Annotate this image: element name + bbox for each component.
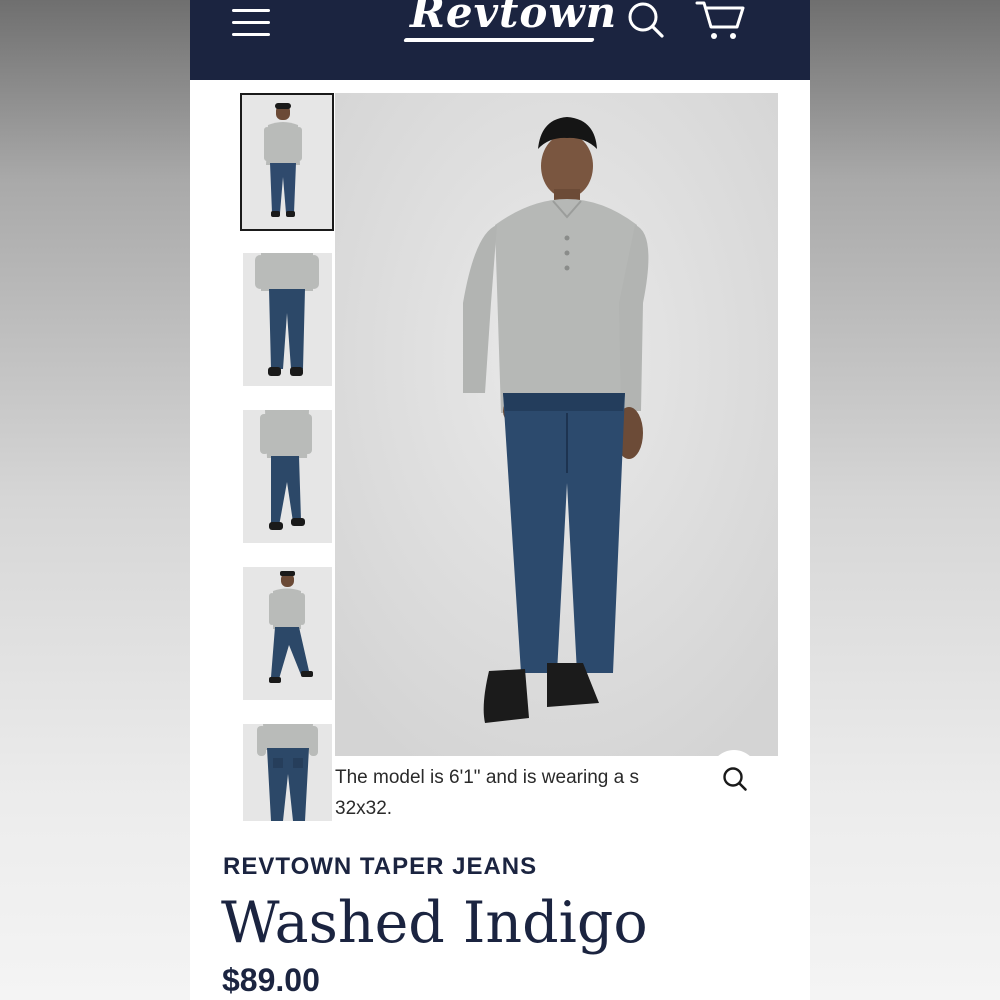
product-brand: REVTOWN TAPER JEANS	[223, 853, 538, 880]
cart-icon[interactable]	[695, 0, 745, 42]
thumbnail-side-step[interactable]	[243, 410, 332, 543]
caption-line-2: 32x32.	[335, 798, 393, 819]
product-page: Revtown The model is 6'1" and is wearing…	[190, 0, 810, 1000]
zoom-button[interactable]	[710, 750, 758, 798]
logo-text: Revtown	[410, 0, 618, 37]
thumbnail-back[interactable]	[243, 724, 332, 821]
hamburger-menu-icon[interactable]	[230, 5, 272, 36]
top-nav-bar: Revtown	[190, 0, 810, 80]
product-name: Washed Indigo	[221, 890, 648, 956]
thumbnail-walking[interactable]	[243, 567, 332, 700]
product-price: $89.00	[222, 962, 320, 998]
revtown-logo[interactable]: Revtown	[402, 0, 616, 48]
thumbnail-front-closeup[interactable]	[243, 253, 332, 386]
logo-underline	[403, 38, 595, 42]
zoom-icon	[723, 767, 747, 791]
thumbnail-front[interactable]	[240, 93, 334, 231]
search-icon[interactable]	[626, 0, 666, 40]
main-product-image[interactable]	[335, 93, 778, 756]
caption-line-1: The model is 6'1" and is wearing a s	[335, 767, 639, 788]
model-size-caption: The model is 6'1" and is wearing a s 32x…	[335, 762, 715, 824]
